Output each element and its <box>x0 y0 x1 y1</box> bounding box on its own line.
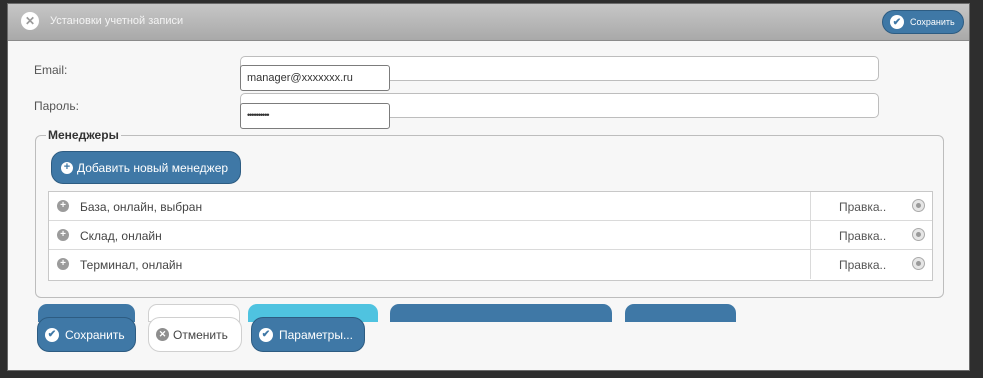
manager-name: Склад, онлайн <box>80 229 162 243</box>
password-label: Пароль: <box>34 99 79 113</box>
remove-icon[interactable] <box>912 257 925 270</box>
manager-name: База, онлайн, выбран <box>80 200 203 214</box>
parameters-button[interactable]: ✔ Параметры... <box>251 317 365 352</box>
edit-link[interactable]: Правка.. <box>839 258 886 272</box>
parameters-label: Параметры... <box>279 327 353 342</box>
plus-icon[interactable]: + <box>57 229 69 241</box>
account-settings-window: ✕ Установки учетной записи ✔ Сохранить E… <box>7 3 970 371</box>
edit-link[interactable]: Правка.. <box>839 200 886 214</box>
check-icon: ✔ <box>890 15 904 29</box>
check-icon: ✔ <box>259 327 273 342</box>
cancel-icon: ✕ <box>156 328 169 341</box>
ghost-button <box>390 304 612 322</box>
save-label: Сохранить <box>65 327 125 342</box>
add-manager-label: Добавить новый менеджер <box>77 160 229 175</box>
column-divider <box>810 192 811 220</box>
window-title: Установки учетной записи <box>50 15 184 27</box>
save-button[interactable]: ✔ Сохранить <box>37 317 136 352</box>
managers-table: + База, онлайн, выбран Правка.. + Склад,… <box>48 191 933 281</box>
table-row[interactable]: + Терминал, онлайн Правка.. <box>49 250 932 279</box>
email-input[interactable]: manager@xxxxxxx.ru <box>240 65 390 91</box>
plus-icon[interactable]: + <box>57 258 69 270</box>
managers-legend: Менеджеры <box>48 128 119 142</box>
check-icon: ✔ <box>45 327 59 342</box>
plus-icon: + <box>61 161 73 174</box>
email-label: Email: <box>34 63 68 77</box>
cancel-label: Отменить <box>173 327 228 342</box>
table-row[interactable]: + Склад, онлайн Правка.. <box>49 221 932 250</box>
table-row[interactable]: + База, онлайн, выбран Правка.. <box>49 192 932 221</box>
ghost-button <box>625 304 736 322</box>
column-divider <box>810 221 811 249</box>
top-save-label: Сохранить <box>910 17 955 27</box>
cancel-button[interactable]: ✕ Отменить <box>148 317 242 352</box>
plus-icon[interactable]: + <box>57 200 69 212</box>
close-icon[interactable]: ✕ <box>21 12 39 30</box>
edit-link[interactable]: Правка.. <box>839 229 886 243</box>
remove-icon[interactable] <box>912 228 925 241</box>
top-save-button[interactable]: ✔ Сохранить <box>882 10 964 34</box>
add-manager-button[interactable]: + Добавить новый менеджер <box>51 151 241 184</box>
title-bar: ✕ Установки учетной записи ✔ Сохранить <box>8 4 969 41</box>
remove-icon[interactable] <box>912 199 925 212</box>
column-divider <box>810 250 811 279</box>
password-input[interactable]: •••••••••• <box>240 103 390 129</box>
manager-name: Терминал, онлайн <box>80 258 183 272</box>
